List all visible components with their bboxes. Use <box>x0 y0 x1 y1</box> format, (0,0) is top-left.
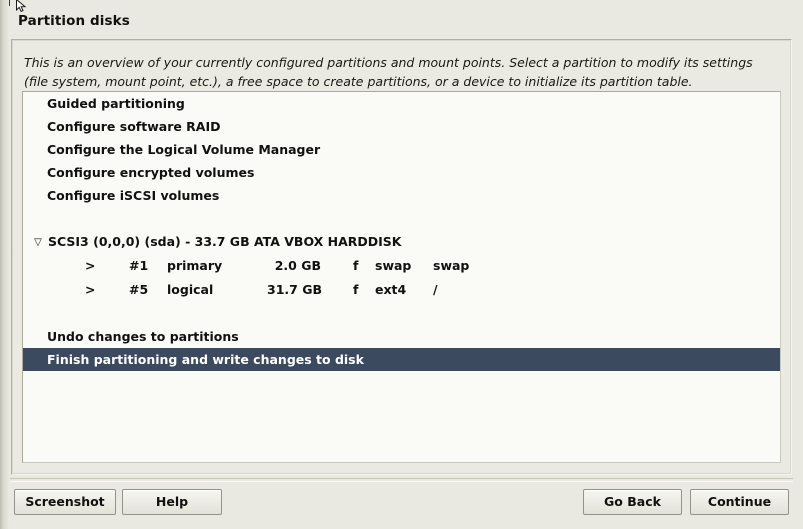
partition-mountpoint: swap <box>433 258 470 273</box>
list-item-guided-partitioning[interactable]: Guided partitioning <box>23 92 780 115</box>
list-item-configure-encrypted-volumes[interactable]: Configure encrypted volumes <box>23 161 780 184</box>
window-left-frame <box>0 0 9 529</box>
partition-number: #1 <box>129 258 149 273</box>
list-item-finish-partitioning[interactable]: Finish partitioning and write changes to… <box>23 348 780 371</box>
list-item-label: Configure software RAID <box>47 119 221 134</box>
list-item-undo-changes[interactable]: Undo changes to partitions <box>23 325 780 348</box>
description-line-2: (file system, mount point, etc.), a free… <box>24 74 693 89</box>
list-spacer-1 <box>23 207 780 230</box>
triangle-down-icon[interactable]: ▽ <box>31 231 45 255</box>
partition-list[interactable]: Guided partitioning Configure software R… <box>22 91 781 463</box>
partition-marker: > <box>85 282 96 297</box>
go-back-button[interactable]: Go Back <box>583 489 682 515</box>
table-row[interactable]: > #5 logical 31.7 GB f ext4 / <box>23 278 780 302</box>
mouse-cursor-icon <box>16 0 27 12</box>
partition-filesystem: swap <box>375 258 412 273</box>
partition-marker: > <box>85 258 96 273</box>
list-item-label: Undo changes to partitions <box>47 329 239 344</box>
list-item-configure-lvm[interactable]: Configure the Logical Volume Manager <box>23 138 780 161</box>
list-item-disk-sda[interactable]: ▽ SCSI3 (0,0,0) (sda) - 33.7 GB ATA VBOX … <box>23 230 780 254</box>
continue-button[interactable]: Continue <box>690 489 789 515</box>
partition-number: #5 <box>129 282 149 297</box>
partition-filesystem: ext4 <box>375 282 407 297</box>
help-button[interactable]: Help <box>122 489 222 515</box>
list-item-label: Guided partitioning <box>47 96 185 111</box>
partition-flags: f <box>353 282 359 297</box>
partition-mountpoint: / <box>433 282 438 297</box>
partition-type: logical <box>167 282 214 297</box>
list-item-label: Configure the Logical Volume Manager <box>47 142 321 157</box>
screenshot-button[interactable]: Screenshot <box>14 489 116 515</box>
partition-size: 31.7 GB <box>267 282 322 297</box>
window-top-edge-fill <box>10 0 803 6</box>
description-line-1: This is an overview of your currently co… <box>24 55 753 70</box>
list-spacer-2 <box>23 302 780 325</box>
footer-divider <box>10 478 793 482</box>
list-item-label: Configure iSCSI volumes <box>47 188 220 203</box>
list-item-label: Configure encrypted volumes <box>47 165 255 180</box>
list-item-configure-software-raid[interactable]: Configure software RAID <box>23 115 780 138</box>
partition-list-inner: Guided partitioning Configure software R… <box>23 92 780 462</box>
disk-label: SCSI3 (0,0,0) (sda) - 33.7 GB ATA VBOX H… <box>48 234 402 249</box>
page-title: Partition disks <box>18 13 130 29</box>
description-text: This is an overview of your currently co… <box>24 53 774 91</box>
list-item-configure-iscsi-volumes[interactable]: Configure iSCSI volumes <box>23 184 780 207</box>
partition-flags: f <box>353 258 359 273</box>
partition-size: 2.0 GB <box>274 258 321 273</box>
partition-disks-window: Partition disks This is an overview of y… <box>0 0 803 529</box>
table-row[interactable]: > #1 primary 2.0 GB f swap swap <box>23 254 780 278</box>
partition-type: primary <box>167 258 223 273</box>
list-item-label: Finish partitioning and write changes to… <box>47 352 364 367</box>
